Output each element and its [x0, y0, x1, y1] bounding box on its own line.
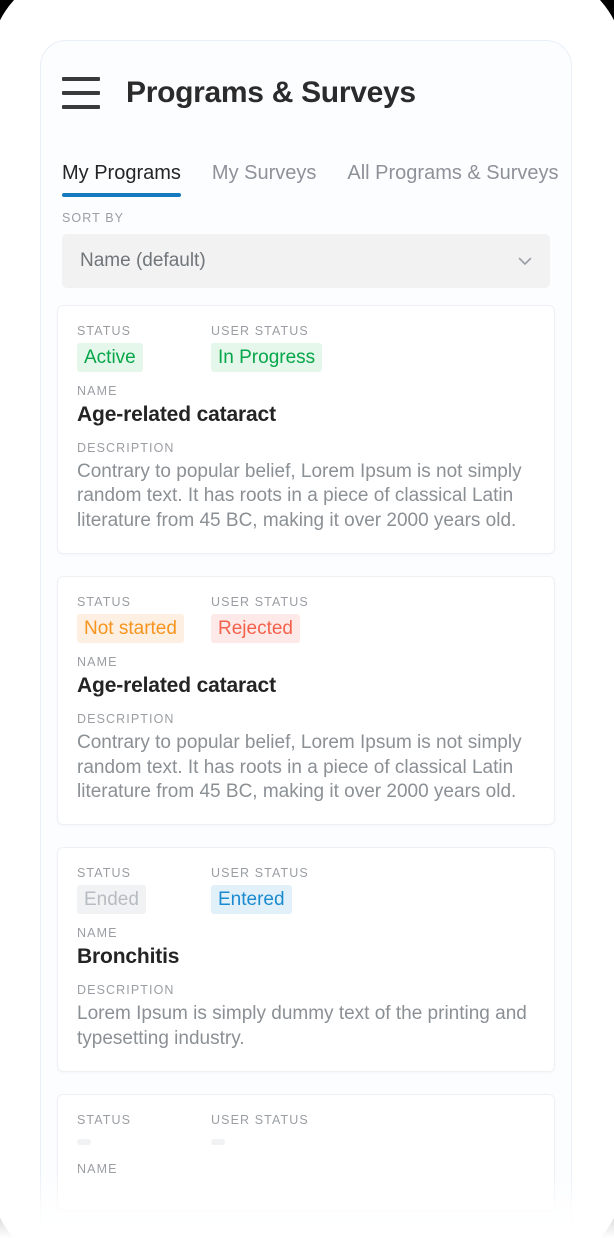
app-header: Programs & Surveys: [41, 41, 571, 145]
program-card[interactable]: STATUS USER STATUS NAME: [57, 1094, 555, 1212]
sort-by-label: SORT BY: [62, 211, 125, 225]
name-label: NAME: [77, 384, 118, 399]
name-label: NAME: [77, 655, 118, 670]
status-column: STATUS Not started: [77, 595, 211, 644]
user-status-badge: In Progress: [211, 343, 323, 373]
description-block: DESCRIPTION Lorem Ipsum is simply dummy …: [77, 983, 535, 1051]
tab-my-programs[interactable]: My Programs: [62, 162, 181, 197]
status-column: STATUS Active: [77, 324, 211, 373]
status-badge: [77, 1139, 91, 1146]
user-status-label: USER STATUS: [211, 324, 309, 338]
user-status-badge: Entered: [211, 885, 292, 915]
menu-bar: [62, 105, 100, 109]
description-block: DESCRIPTION Contrary to popular belief, …: [77, 712, 535, 804]
user-status-column: USER STATUS In Progress: [211, 324, 323, 373]
status-column: STATUS: [77, 1113, 211, 1150]
status-label: STATUS: [77, 595, 132, 610]
status-row: STATUS Active USER STATUS In Progress: [77, 324, 535, 373]
program-description: Contrary to popular belief, Lorem Ipsum …: [77, 461, 522, 531]
user-status-column: USER STATUS: [211, 1113, 309, 1150]
status-label: STATUS: [77, 324, 132, 338]
user-status-label: USER STATUS: [211, 866, 309, 881]
user-status-badge: Rejected: [211, 614, 300, 644]
program-description: Contrary to popular belief, Lorem Ipsum …: [77, 732, 522, 802]
tab-bar: My Programs My Surveys All Programs & Su…: [41, 145, 571, 197]
description-label: DESCRIPTION: [77, 441, 175, 456]
status-column: STATUS Ended: [77, 866, 211, 915]
program-description: Lorem Ipsum is simply dummy text of the …: [77, 1003, 527, 1049]
status-label: STATUS: [77, 1113, 132, 1128]
tab-all-programs-and-surveys[interactable]: All Programs & Surveys: [347, 162, 558, 197]
program-card[interactable]: STATUS Active USER STATUS In Progress NA…: [57, 305, 555, 555]
status-badge: Not started: [77, 614, 184, 644]
menu-bar: [62, 91, 100, 95]
page-title: Programs & Surveys: [126, 76, 416, 109]
description-label: DESCRIPTION: [77, 712, 175, 727]
status-row: STATUS Ended USER STATUS Entered: [77, 866, 535, 915]
description-block: DESCRIPTION Contrary to popular belief, …: [77, 441, 535, 533]
user-status-badge: [211, 1139, 225, 1146]
name-block: NAME Bronchitis: [77, 926, 535, 969]
name-label: NAME: [77, 926, 118, 941]
name-label: NAME: [77, 1162, 118, 1177]
status-badge: Ended: [77, 885, 146, 915]
status-badge: Active: [77, 343, 143, 373]
menu-bar: [62, 77, 100, 81]
program-card[interactable]: STATUS Not started USER STATUS Rejected …: [57, 576, 555, 826]
hamburger-menu-icon[interactable]: [62, 77, 102, 109]
program-card[interactable]: STATUS Ended USER STATUS Entered NAME Br…: [57, 847, 555, 1073]
sort-by-select[interactable]: Name (default): [62, 234, 550, 288]
tab-my-surveys[interactable]: My Surveys: [212, 162, 316, 197]
sort-section: SORT BY Name (default): [41, 197, 571, 288]
sort-by-value: Name (default): [80, 250, 206, 271]
program-card-list: STATUS Active USER STATUS In Progress NA…: [41, 288, 571, 1212]
program-name: Age-related cataract: [77, 403, 276, 427]
user-status-column: USER STATUS Rejected: [211, 595, 309, 644]
status-row: STATUS Not started USER STATUS Rejected: [77, 595, 535, 644]
chevron-down-icon: [518, 257, 532, 265]
user-status-label: USER STATUS: [211, 595, 309, 610]
status-label: STATUS: [77, 866, 132, 881]
status-row: STATUS USER STATUS: [77, 1113, 535, 1150]
user-status-label: USER STATUS: [211, 1113, 309, 1128]
program-name: Bronchitis: [77, 945, 180, 969]
program-name: Age-related cataract: [77, 674, 276, 698]
description-label: DESCRIPTION: [77, 983, 175, 998]
user-status-column: USER STATUS Entered: [211, 866, 309, 915]
name-block: NAME Age-related cataract: [77, 655, 535, 698]
app-viewport: Programs & Surveys My Programs My Survey…: [40, 40, 572, 1238]
name-block: NAME Age-related cataract: [77, 384, 535, 427]
device-frame: Programs & Surveys My Programs My Survey…: [0, 0, 614, 1238]
name-block: NAME: [77, 1162, 535, 1176]
